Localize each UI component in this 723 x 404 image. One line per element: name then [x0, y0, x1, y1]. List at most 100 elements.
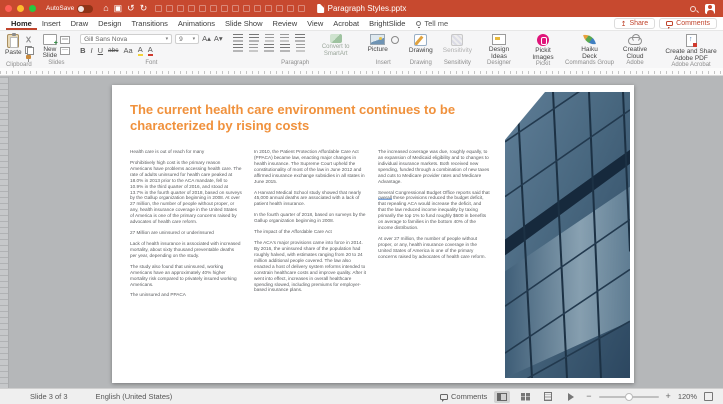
comments-button[interactable]: Comments [659, 18, 717, 29]
create-share-pdf-button[interactable]: Create and Share Adobe PDF [661, 34, 721, 62]
horizontal-ruler [0, 68, 723, 76]
tab-animations[interactable]: Animations [173, 17, 220, 30]
tab-home[interactable]: Home [6, 17, 37, 30]
paragraph: The uninsured and PPACA [130, 292, 186, 298]
language-indicator[interactable]: English (United States) [96, 392, 173, 401]
align-left-icon[interactable] [232, 44, 243, 52]
convert-smartart-button[interactable]: Convert to SmartArt [314, 34, 358, 58]
toolbar-icon [155, 5, 163, 12]
zoom-slider[interactable] [598, 392, 659, 401]
design-ideas-button[interactable]: Design Ideas [482, 34, 516, 60]
comments-toggle[interactable]: Comments [440, 392, 487, 402]
group-label-slides: Slides [48, 60, 65, 66]
pickit-images-button[interactable]: Pickit Images [526, 34, 560, 61]
text-run: Several Congressional Budget Office repo… [378, 189, 490, 195]
columns-icon[interactable] [295, 44, 305, 52]
haiku-deck-button[interactable]: Haiku Deck [574, 33, 606, 60]
format-painter-icon[interactable] [25, 55, 33, 62]
align-right-icon[interactable] [263, 44, 274, 52]
tell-me-control[interactable]: Tell me [416, 19, 448, 28]
group-label-drawing: Drawing [409, 60, 432, 66]
cut-icon[interactable] [25, 36, 33, 43]
shapes-icon[interactable] [390, 36, 399, 44]
tab-insert[interactable]: Insert [37, 17, 66, 30]
tab-review[interactable]: Review [268, 17, 303, 30]
font-size-select[interactable]: 9 ▾ [175, 34, 200, 44]
play-icon [568, 392, 575, 401]
home-icon[interactable]: ⌂ [103, 4, 108, 13]
change-case-button[interactable]: Aa [124, 47, 133, 55]
zoom-slider-knob[interactable] [624, 392, 633, 401]
tab-slide-show[interactable]: Slide Show [220, 17, 268, 30]
line-spacing-icon[interactable] [294, 34, 305, 42]
tab-design[interactable]: Design [93, 17, 126, 30]
text-column-3[interactable]: The increased coverage was due, roughly … [378, 149, 490, 303]
slide-body-textbox[interactable]: Health care is out of reach for many Pro… [130, 149, 490, 303]
bold-button[interactable]: B [80, 47, 85, 55]
align-center-icon[interactable] [248, 44, 258, 52]
account-avatar[interactable] [705, 3, 715, 14]
minimize-window-button[interactable] [17, 5, 24, 12]
slideshow-button[interactable] [563, 391, 579, 403]
highlight-color-button[interactable]: A [137, 45, 143, 57]
document-icon [316, 4, 324, 13]
search-icon[interactable] [690, 5, 696, 12]
paste-button[interactable]: Paste [5, 33, 22, 56]
tab-view[interactable]: View [302, 17, 328, 30]
autosave-switch-icon[interactable] [77, 4, 94, 13]
tab-brightslide[interactable]: BrightSlide [364, 17, 410, 30]
window-title: Paragraph Styles.pptx [316, 0, 406, 17]
copy-icon[interactable] [24, 45, 35, 55]
layout-icon[interactable] [60, 36, 71, 44]
strikethrough-button[interactable]: abc [108, 47, 118, 55]
numbering-icon[interactable] [248, 34, 259, 42]
zoom-out-button[interactable]: − [586, 392, 591, 401]
justify-icon[interactable] [279, 44, 290, 52]
sensitivity-icon [451, 34, 464, 46]
underline-button[interactable]: U [98, 47, 103, 55]
normal-view-button[interactable] [494, 390, 511, 403]
comment-icon [440, 393, 449, 402]
close-window-button[interactable] [5, 5, 12, 12]
text-column-2[interactable]: In 2010, the Patient Protection Affordab… [254, 149, 366, 303]
new-slide-button[interactable]: New Slide [43, 34, 58, 59]
picture-icon [370, 34, 386, 45]
slide-number-indicator: Slide 3 of 3 [30, 392, 68, 401]
text-column-1[interactable]: Health care is out of reach for many Pro… [130, 149, 242, 303]
toolbar-icon [221, 5, 229, 12]
clipboard-icon [7, 33, 20, 48]
save-icon[interactable]: ▣ [114, 4, 123, 13]
fullscreen-window-button[interactable] [29, 5, 36, 12]
building-photo[interactable] [505, 92, 630, 378]
tab-draw[interactable]: Draw [66, 17, 94, 30]
decrease-font-button[interactable]: A▾ [214, 35, 223, 43]
font-name-select[interactable]: Gill Sans Nova ▾ [80, 34, 173, 44]
bullets-icon[interactable] [232, 34, 243, 42]
tab-acrobat[interactable]: Acrobat [328, 17, 364, 30]
drawing-button[interactable]: Drawing [409, 34, 433, 54]
creative-cloud-button[interactable]: Creative Cloud [619, 34, 651, 60]
share-button[interactable]: ↥ Share [613, 18, 656, 29]
paragraph: The study also found that uninsured, wor… [130, 263, 237, 287]
drawing-label: Drawing [408, 47, 433, 54]
decrease-indent-icon[interactable] [264, 34, 274, 42]
redo-icon[interactable]: ↻ [140, 4, 148, 13]
paragraph: The impact of the Affordable Care Act [254, 229, 332, 235]
autosave-toggle[interactable]: AutoSave [46, 4, 94, 13]
zoom-in-button[interactable]: + [666, 392, 671, 401]
increase-font-button[interactable]: A▴ [202, 35, 211, 43]
fit-to-window-icon[interactable] [704, 392, 713, 401]
section-icon[interactable] [60, 46, 71, 55]
tab-transitions[interactable]: Transitions [126, 17, 172, 30]
group-label-sensitivity: Sensitivity [443, 60, 471, 66]
slide-title-textbox[interactable]: The current health care environment cont… [130, 102, 520, 134]
increase-indent-icon[interactable] [279, 34, 289, 42]
reading-view-button[interactable] [540, 391, 556, 403]
slide-canvas[interactable]: The current health care environment cont… [112, 85, 634, 383]
font-color-button[interactable]: A [147, 45, 153, 57]
slide-sorter-view-button[interactable] [517, 391, 533, 403]
italic-button[interactable]: I [91, 47, 93, 55]
picture-button[interactable]: Picture [368, 34, 388, 53]
zoom-level[interactable]: 120% [678, 392, 697, 401]
undo-icon[interactable]: ↺ [127, 4, 135, 13]
